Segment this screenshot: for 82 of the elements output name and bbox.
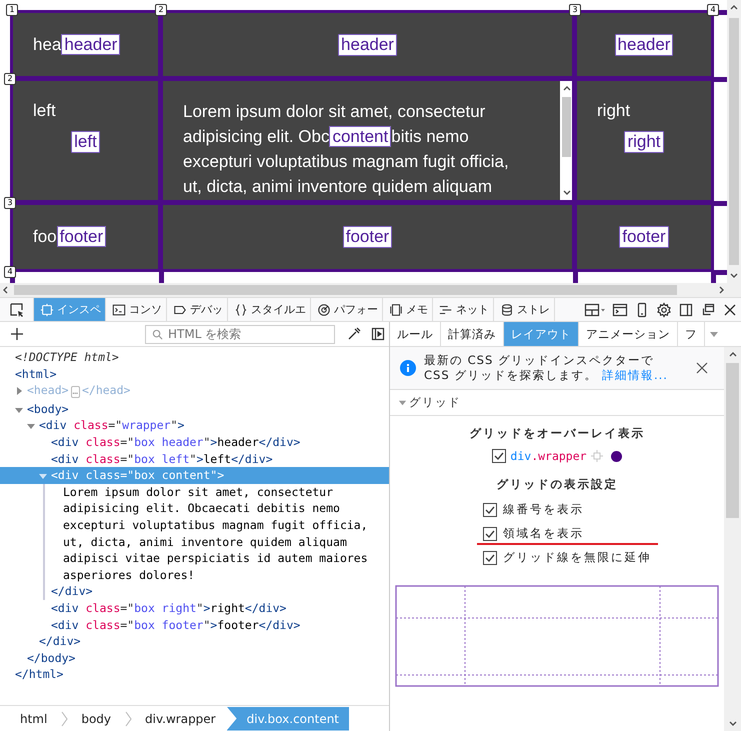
markup-line[interactable]: </body> [0,650,389,666]
checkbox[interactable] [492,449,506,463]
devtools-tab[interactable]: デバッ [167,298,228,321]
checkbox[interactable] [483,550,497,564]
line-number-badge: 4 [707,4,719,16]
markup-line[interactable]: </div> [0,583,389,600]
line-number-badge: 1 [6,4,18,16]
area-name-label: right [624,131,664,153]
markup-line[interactable]: <div class="wrapper"> [0,417,389,434]
area-name-label: content [329,126,392,147]
markup-line[interactable]: </html> [0,666,389,683]
info-icon [400,360,416,376]
devtools-tab[interactable]: ストレ [494,298,555,321]
color-dot[interactable] [610,450,622,462]
search-icon [152,328,163,340]
notice-text: 最新の CSS グリッドインスペクターで CSS グリッドを探索します。 詳細情報... [424,353,669,383]
expanded-triangle-icon[interactable] [398,398,407,407]
scrollbar[interactable] [0,283,741,297]
sidebar-tab[interactable]: フ [678,322,705,346]
devtools-tab[interactable]: パフォー [311,298,383,321]
cell-text: bitis nemo [391,127,469,146]
markup-line[interactable]: <!DOCTYPE html> [0,349,389,366]
devtools-tab[interactable]: コンソ [106,298,167,321]
search-field[interactable]: HTML を検索 [145,324,335,344]
grid-element-name: div.wrapper [510,449,587,463]
sidebar-tab[interactable]: アニメーション [579,322,678,346]
breadcrumb[interactable]: html [15,706,52,730]
devtools-tab[interactable]: メモ [383,298,433,321]
checkbox-label: 領域名を表示 [503,526,584,541]
area-name-label: left [71,131,100,153]
scrollbar[interactable] [724,347,741,731]
markup-line[interactable]: <div class="box left">left</div> [0,450,389,468]
area-name-label: footer [619,226,669,248]
markup-line[interactable]: <div class="box footer">footer</div> [0,616,389,634]
markup-line[interactable]: </div> [0,633,389,650]
cell-text: ut, dicta, animi inventore quidem aliquam [183,177,492,196]
scrollbar[interactable] [560,81,572,200]
line-number-badge: 2 [155,4,167,16]
devtools-tab[interactable]: スタイルエ [228,298,311,321]
line-number-badge: 2 [4,73,16,85]
breadcrumb[interactable]: div.wrapper [140,706,221,730]
scrollbar[interactable] [727,0,741,283]
cell-text: right [597,101,630,121]
storage-icon [500,302,514,316]
markup-line[interactable]: <body> [0,400,389,418]
expanded-triangle-icon[interactable] [26,421,36,432]
markup-line[interactable]: <div class="box header">header</div> [0,434,389,451]
markup-line[interactable]: <html> [0,366,389,382]
memory-icon [389,302,403,316]
cell-text: Lorem ipsum dolor sit amet, consectetur [183,102,486,121]
section-title[interactable]: グリッド [409,395,461,410]
breadcrumb[interactable]: body [76,706,116,730]
cell-text: hea [33,34,62,54]
inspector-icon [40,302,54,316]
console-icon [112,302,126,316]
sidebar-tab[interactable]: ルール [390,322,441,346]
line-number-badge: 3 [4,197,16,209]
cell-text: foo [33,227,57,246]
area-name-label: header [338,34,397,56]
area-name-label: footer [342,226,392,248]
checkbox-label: 線番号を表示 [503,502,584,517]
section-heading: グリッドをオーバーレイ表示 [469,426,645,441]
cell-text: excepturi voluptatibus magnam fugit officia, [183,152,509,171]
section-heading: グリッドの表示設定 [496,477,618,492]
line-number-badge: 4 [4,266,16,278]
close-icon[interactable] [696,362,708,374]
area-name-label: header [614,34,674,56]
devtools-tab[interactable]: ネット [433,298,494,321]
cell-text: left [33,101,56,121]
dropdown-caret-icon[interactable] [709,329,719,339]
cell-text: adipisicing elit. Obc [183,127,330,146]
checkbox[interactable] [483,502,497,516]
perf-icon [317,302,331,316]
line-number-badge: 3 [569,4,581,16]
area-name-label: header [61,34,120,54]
markup-line[interactable]: <div class="box right">right</div> [0,600,389,616]
checkbox[interactable] [483,526,497,540]
area-name-label: footer [56,226,106,247]
collapsed-triangle-icon[interactable] [14,386,24,396]
checkbox-label: グリッド線を無限に延伸 [503,550,652,565]
style-icon [234,302,248,316]
text-node[interactable]: Lorem ipsum dolor sit amet, consectetur adipisicing elit. Obcaecati debitis nemo excepturi voluptatibus magnam fugit officia, ut, dicta, animi inventore quidem aliquam adipisci vitae perspiciatis id autem maiores asperiores dolores! [0,484,389,584]
